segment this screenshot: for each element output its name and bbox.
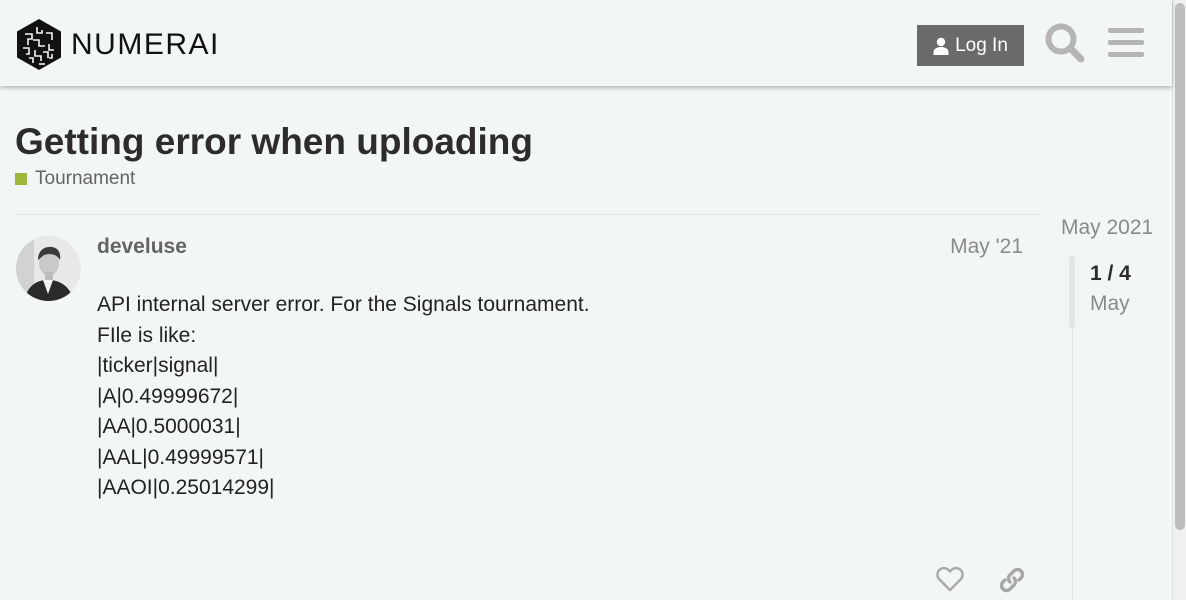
site-header: NUMERAI Log In — [0, 0, 1172, 86]
login-label: Log In — [955, 34, 1008, 56]
login-button[interactable]: Log In — [917, 25, 1024, 66]
category-label: Tournament — [35, 168, 136, 189]
avatar[interactable] — [16, 236, 81, 301]
timeline-post-count: 1 / 4 — [1090, 262, 1131, 285]
post-line: |AAL|0.49999571| — [97, 445, 265, 469]
topic-divider — [15, 214, 1040, 215]
post-date[interactable]: May '21 — [950, 235, 1023, 259]
user-avatar-icon — [16, 236, 81, 301]
scrollbar-thumb[interactable] — [1175, 3, 1185, 530]
post-line: FIle is like: — [97, 323, 197, 347]
page: NUMERAI Log In Getting error when upload… — [0, 0, 1186, 600]
user-icon — [933, 37, 949, 55]
logo-text: NUMERAI — [71, 27, 220, 61]
post-line: |ticker|signal| — [97, 354, 219, 377]
topic-title[interactable]: Getting error when uploading — [15, 121, 533, 163]
numerai-logo-icon — [17, 19, 61, 70]
hamburger-menu-icon[interactable] — [1107, 24, 1145, 60]
category-badge[interactable]: Tournament — [15, 168, 135, 190]
search-icon[interactable] — [1044, 22, 1086, 64]
post-line: |AA|0.5000031| — [97, 415, 241, 438]
post-line: |A|0.49999672| — [97, 384, 239, 408]
category-color-swatch — [15, 173, 27, 185]
post-body: API internal server error. For the Signa… — [97, 290, 590, 504]
timeline-scroller-handle[interactable] — [1069, 256, 1075, 328]
site-logo[interactable]: NUMERAI — [15, 18, 220, 71]
page-scrollbar[interactable] — [1172, 0, 1186, 600]
post-line: |AAOI|0.25014299| — [97, 476, 275, 499]
post-author[interactable]: develuse — [97, 235, 187, 259]
timeline-current-date: May — [1090, 292, 1130, 315]
timeline-start-date[interactable]: May 2021 — [1061, 216, 1153, 240]
link-icon[interactable] — [998, 566, 1026, 594]
heart-icon[interactable] — [936, 566, 964, 592]
post-line: API internal server error. For the Signa… — [97, 293, 590, 316]
